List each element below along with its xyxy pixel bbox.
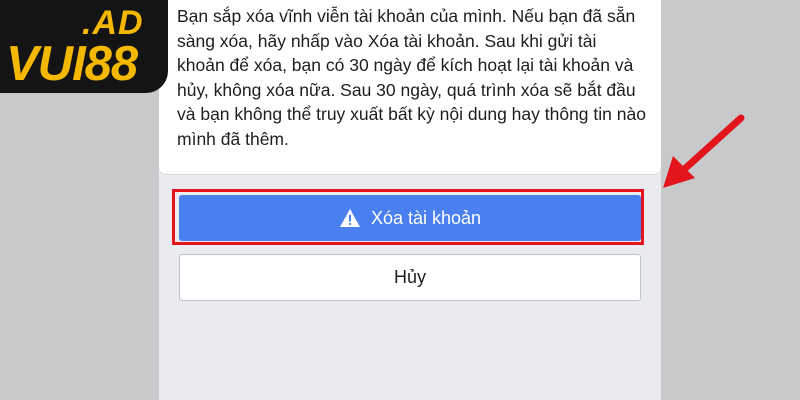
watermark-logo: .AD VUI88: [0, 0, 170, 93]
cancel-button[interactable]: Hủy: [179, 254, 641, 301]
logo-main-text: VUI88: [6, 37, 138, 91]
message-card: Bạn sắp xóa vĩnh viễn tài khoản của mình…: [159, 0, 661, 175]
delete-account-button[interactable]: Xóa tài khoản: [179, 195, 641, 241]
deletion-warning-text: Bạn sắp xóa vĩnh viễn tài khoản của mình…: [177, 6, 646, 149]
red-arrow-icon: [663, 114, 745, 188]
warning-triangle-icon: [339, 208, 361, 228]
delete-account-label: Xóa tài khoản: [370, 207, 482, 228]
